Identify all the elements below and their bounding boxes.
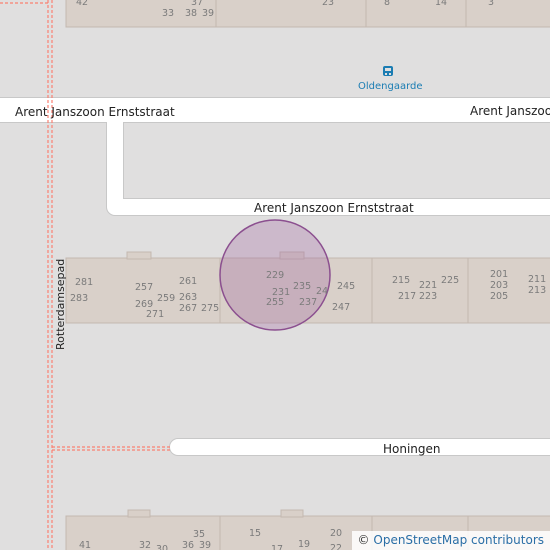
house-number-label: 281 xyxy=(75,277,93,288)
house-number-label: 8 xyxy=(384,0,390,8)
house-number-label: 225 xyxy=(441,275,459,286)
bus-stop-icon xyxy=(383,66,393,76)
house-number-label: 267 xyxy=(179,303,197,314)
house-number-label: 235 xyxy=(293,281,311,292)
house-number-label: 23 xyxy=(322,0,334,8)
poi-label-oldengaarde: Oldengaarde xyxy=(358,81,423,92)
street-label-honingen: Honingen xyxy=(383,442,441,456)
house-number-label: 261 xyxy=(179,276,197,287)
house-number-label: 19 xyxy=(298,539,310,550)
house-number-label: 217 xyxy=(398,291,416,302)
house-number-label: 30 xyxy=(156,544,168,550)
house-number-label: 215 xyxy=(392,275,410,286)
house-number-label: 203 xyxy=(490,280,508,291)
street-label-rotterdamsepad: Rotterdamsepad xyxy=(54,259,67,350)
house-number-label: 211 xyxy=(528,274,546,285)
house-number-label: 14 xyxy=(435,0,447,8)
map-attribution: © OpenStreetMap contributors xyxy=(351,531,550,550)
house-number-label: 213 xyxy=(528,285,546,296)
house-number-label: 17 xyxy=(271,544,283,550)
house-number-label: 271 xyxy=(146,309,164,320)
house-number-label: 223 xyxy=(419,291,437,302)
house-number-label: 22 xyxy=(330,543,342,550)
house-number-label: 257 xyxy=(135,282,153,293)
house-number-label: 205 xyxy=(490,291,508,302)
house-number-label: 38 xyxy=(185,8,197,19)
house-number-label: 15 xyxy=(249,528,261,539)
house-number-label: 3 xyxy=(488,0,494,8)
house-number-label: 41 xyxy=(79,540,91,550)
house-number-label: 24 xyxy=(316,286,328,297)
house-number-label: 263 xyxy=(179,292,197,303)
map-canvas[interactable]: Arent Janszoon Ernststraat Arent Janszoo… xyxy=(0,0,550,550)
street-label-arent-janszoon-inner: Arent Janszoon Ernststraat xyxy=(254,201,414,215)
house-number-label: 42 xyxy=(76,0,88,8)
attribution-link[interactable]: OpenStreetMap contributors xyxy=(373,533,544,547)
house-number-label: 259 xyxy=(157,293,175,304)
house-number-label: 237 xyxy=(299,297,317,308)
house-number-label: 245 xyxy=(337,281,355,292)
house-number-label: 33 xyxy=(162,8,174,19)
house-number-label: 37 xyxy=(191,0,203,8)
house-number-label: 20 xyxy=(330,528,342,539)
buildings-top-row xyxy=(65,0,550,28)
house-number-label: 39 xyxy=(199,540,211,550)
house-number-label: 201 xyxy=(490,269,508,280)
house-number-label: 275 xyxy=(201,303,219,314)
house-number-label: 283 xyxy=(70,293,88,304)
house-number-label: 36 xyxy=(182,540,194,550)
house-number-label: 39 xyxy=(202,8,214,19)
street-label-arent-janszoon-west: Arent Janszoon Ernststraat xyxy=(15,105,175,119)
house-number-label: 247 xyxy=(332,302,350,313)
house-number-label: 221 xyxy=(419,280,437,291)
house-number-label: 229 xyxy=(266,270,284,281)
house-number-label: 35 xyxy=(193,529,205,540)
copyright-symbol: © xyxy=(357,533,370,547)
street-label-arent-janszoon-east: Arent Janszoon xyxy=(470,104,550,118)
house-number-label: 255 xyxy=(266,297,284,308)
house-number-label: 32 xyxy=(139,540,151,550)
